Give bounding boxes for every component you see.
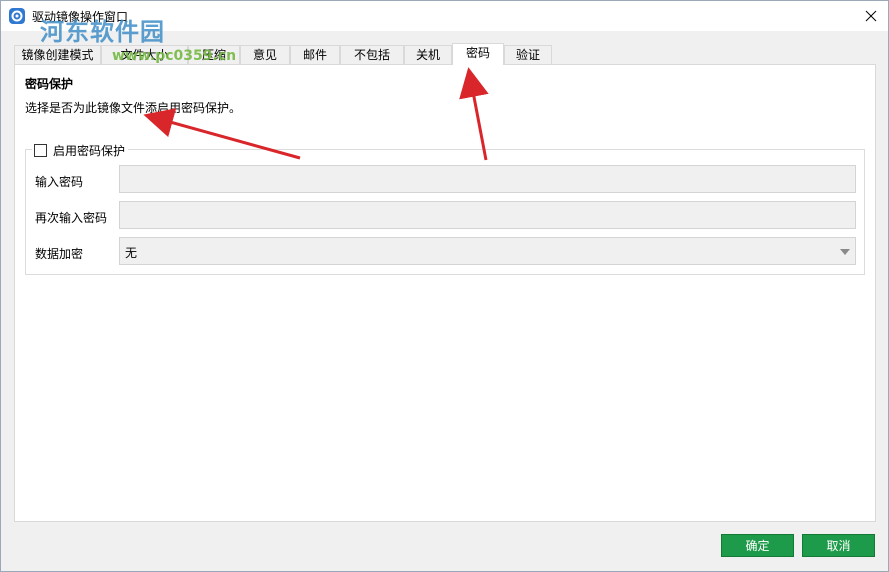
- data-encryption-value: 无: [125, 246, 138, 260]
- password-groupbox: 启用密码保护 输入密码 再次输入密码 数据加密 无: [25, 141, 865, 275]
- close-button[interactable]: [853, 1, 889, 31]
- ok-button[interactable]: 确定: [721, 534, 794, 557]
- data-encryption-label: 数据加密: [35, 247, 84, 261]
- dialog-window: 驱动镜像操作窗口 镜像创建模式 文件大小 压缩 意见 邮件 不包括 关机 密码 …: [0, 0, 889, 572]
- chevron-down-icon[interactable]: [840, 249, 850, 255]
- watermark-url: www.pc0359.cn: [112, 48, 237, 64]
- watermark-logo: 河东软件园: [40, 18, 165, 46]
- tab-shutdown[interactable]: 关机: [404, 45, 452, 64]
- section-title: 密码保护: [25, 77, 74, 91]
- enter-password-label: 输入密码: [35, 175, 84, 189]
- tab-comments[interactable]: 意见: [240, 45, 290, 64]
- checkbox-icon[interactable]: [34, 143, 47, 157]
- enter-password-input[interactable]: [119, 165, 856, 193]
- tab-image-mode[interactable]: 镜像创建模式: [14, 45, 101, 64]
- confirm-password-label: 再次输入密码: [35, 211, 108, 225]
- app-logo-icon: [9, 8, 25, 24]
- enable-password-checkbox[interactable]: 启用密码保护: [32, 141, 129, 159]
- data-encryption-select[interactable]: 无: [119, 237, 856, 265]
- confirm-password-input[interactable]: [119, 201, 856, 229]
- password-tab-panel: 密码保护 选择是否为此镜像文件添启用密码保护。 启用密码保护 输入密码 再次输入…: [14, 64, 876, 522]
- tab-mail[interactable]: 邮件: [290, 45, 340, 64]
- tab-password[interactable]: 密码: [452, 43, 504, 65]
- tab-exclude[interactable]: 不包括: [340, 45, 404, 64]
- tab-verify[interactable]: 验证: [504, 45, 552, 64]
- section-description: 选择是否为此镜像文件添启用密码保护。: [25, 101, 242, 115]
- cancel-button[interactable]: 取消: [802, 534, 875, 557]
- close-icon: [865, 10, 877, 22]
- enable-password-label: 启用密码保护: [53, 143, 126, 158]
